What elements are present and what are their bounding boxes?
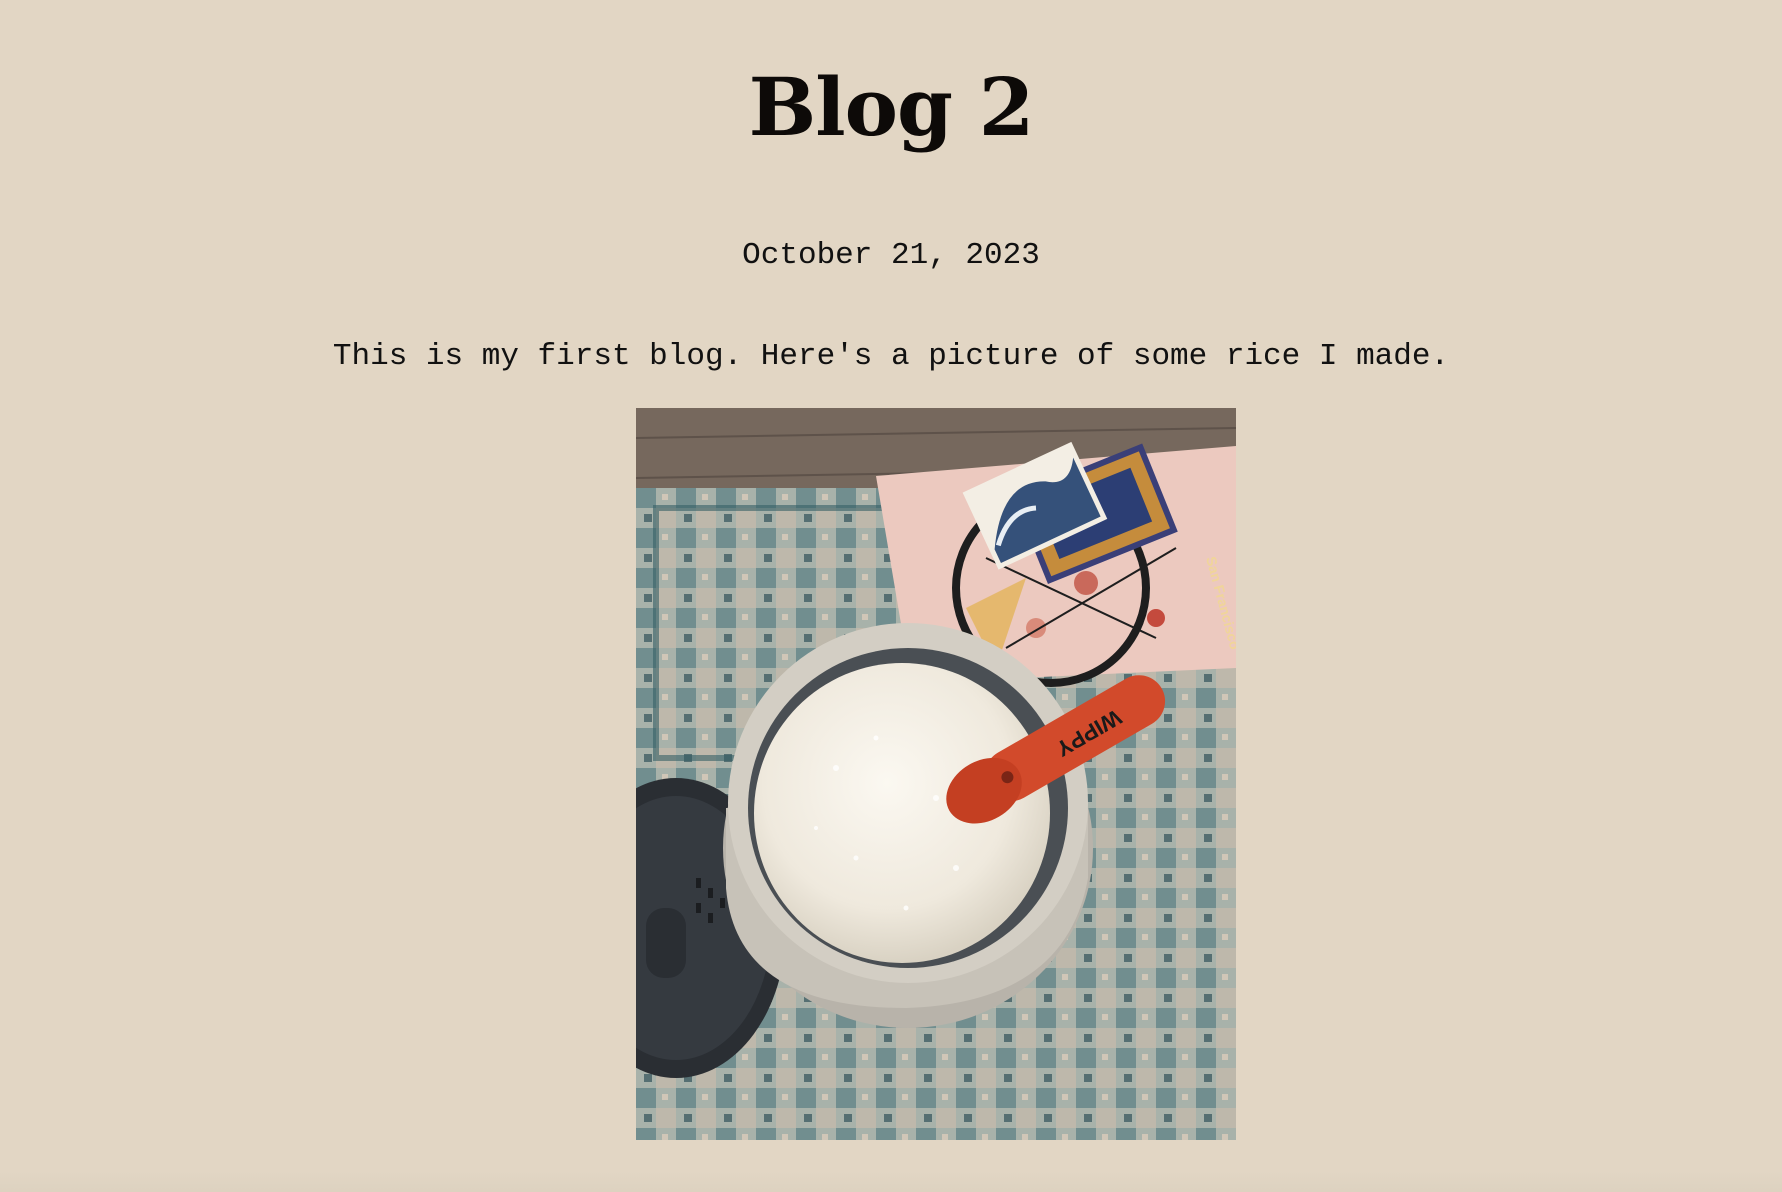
blog-page: Blog 2 October 21, 2023 This is my first… [0,0,1782,1192]
post-date: October 21, 2023 [742,238,1040,273]
bottom-edge [0,1170,1782,1192]
rice-photo: San Francisco WIPPY [636,408,1236,1140]
post-body-text: This is my first blog. Here's a picture … [332,339,1450,374]
page-title: Blog 2 [748,60,1035,154]
